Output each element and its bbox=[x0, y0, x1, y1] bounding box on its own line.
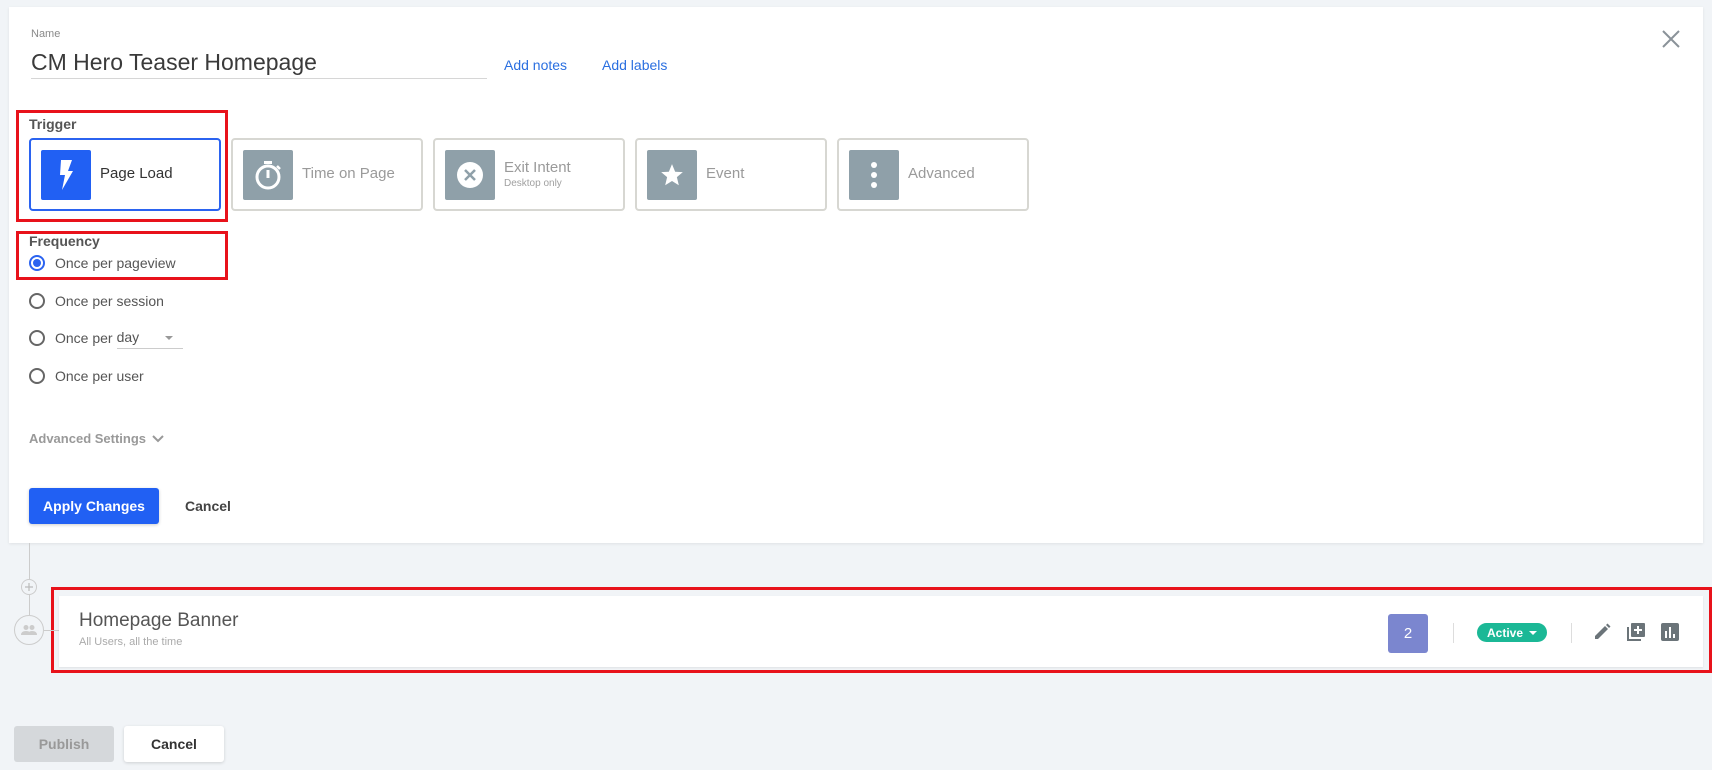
trigger-option-event[interactable]: Event bbox=[635, 138, 827, 211]
radio-label: Once per user bbox=[55, 368, 144, 384]
pencil-icon bbox=[1595, 623, 1611, 639]
tree-connector bbox=[44, 630, 59, 631]
add-notes-link[interactable]: Add notes bbox=[504, 57, 567, 73]
add-experience-button[interactable] bbox=[21, 579, 37, 595]
edit-button[interactable] bbox=[1592, 622, 1612, 642]
frequency-option-once-per-session[interactable]: Once per session bbox=[29, 291, 164, 311]
cancel-changes-button[interactable]: Cancel bbox=[185, 498, 231, 514]
close-icon bbox=[1662, 30, 1680, 48]
status-label: Active bbox=[1486, 625, 1524, 640]
variant-count-badge[interactable]: 2 bbox=[1388, 614, 1428, 653]
frequency-period-select[interactable]: day bbox=[116, 327, 183, 349]
trigger-option-exit-intent[interactable]: Exit Intent Desktop only bbox=[433, 138, 625, 211]
radio-label: Once per pageview bbox=[55, 255, 176, 271]
trigger-editor-panel bbox=[9, 7, 1703, 543]
stopwatch-icon bbox=[243, 150, 293, 200]
duplicate-button[interactable] bbox=[1626, 622, 1646, 642]
trigger-option-label: Advanced bbox=[908, 165, 975, 182]
status-dropdown[interactable]: Active bbox=[1477, 623, 1547, 642]
more-vertical-icon bbox=[849, 150, 899, 200]
frequency-option-once-per-pageview[interactable]: Once per pageview bbox=[29, 253, 176, 273]
trigger-option-label: Exit Intent bbox=[504, 159, 571, 176]
close-button[interactable] bbox=[1660, 28, 1682, 50]
experience-title[interactable]: Homepage Banner bbox=[79, 610, 239, 632]
divider bbox=[1571, 623, 1572, 643]
bar-chart-icon bbox=[1661, 623, 1679, 641]
radio-unchecked[interactable] bbox=[29, 330, 45, 346]
publish-button[interactable]: Publish bbox=[14, 726, 114, 762]
trigger-option-advanced[interactable]: Advanced bbox=[837, 138, 1029, 211]
tree-connector bbox=[29, 543, 30, 579]
exit-circle-icon bbox=[445, 150, 495, 200]
stats-button[interactable] bbox=[1660, 622, 1680, 642]
frequency-option-once-per-user[interactable]: Once per user bbox=[29, 366, 144, 386]
radio-checked[interactable] bbox=[29, 255, 45, 271]
experience-audience: All Users, all the time bbox=[79, 636, 183, 648]
tree-connector bbox=[29, 595, 30, 615]
trigger-option-page-load[interactable]: Page Load bbox=[29, 138, 221, 211]
radio-label: Once per bbox=[55, 330, 113, 346]
trigger-option-label: Event bbox=[706, 165, 745, 182]
trigger-option-label: Page Load bbox=[100, 165, 173, 182]
audience-node bbox=[14, 615, 44, 645]
radio-unchecked[interactable] bbox=[29, 293, 45, 309]
lightning-icon bbox=[41, 150, 91, 200]
name-input[interactable] bbox=[31, 46, 487, 79]
apply-changes-button[interactable]: Apply Changes bbox=[29, 488, 159, 524]
radio-label: Once per session bbox=[55, 293, 164, 309]
frequency-label: Frequency bbox=[29, 233, 100, 249]
frequency-period-value: day bbox=[116, 329, 140, 345]
divider bbox=[1453, 623, 1454, 643]
cancel-button[interactable]: Cancel bbox=[124, 726, 224, 762]
users-icon bbox=[21, 625, 37, 635]
caret-down-icon bbox=[164, 336, 173, 340]
add-labels-link[interactable]: Add labels bbox=[602, 57, 667, 73]
chevron-down-icon bbox=[152, 434, 164, 442]
add-copy-icon bbox=[1627, 623, 1645, 641]
frequency-option-once-per-day[interactable]: Once per day bbox=[29, 327, 183, 349]
advanced-settings-label: Advanced Settings bbox=[29, 431, 147, 446]
caret-down-icon bbox=[1529, 630, 1538, 635]
trigger-label: Trigger bbox=[29, 116, 77, 132]
trigger-option-label: Time on Page bbox=[302, 165, 395, 182]
name-label: Name bbox=[31, 28, 61, 40]
star-icon bbox=[647, 150, 697, 200]
radio-unchecked[interactable] bbox=[29, 368, 45, 384]
plus-icon bbox=[25, 583, 33, 591]
experience-card: Homepage Banner All Users, all the time … bbox=[59, 596, 1703, 667]
advanced-settings-toggle[interactable]: Advanced Settings bbox=[29, 431, 164, 446]
trigger-option-time-on-page[interactable]: Time on Page bbox=[231, 138, 423, 211]
trigger-option-sublabel: Desktop only bbox=[504, 178, 562, 189]
